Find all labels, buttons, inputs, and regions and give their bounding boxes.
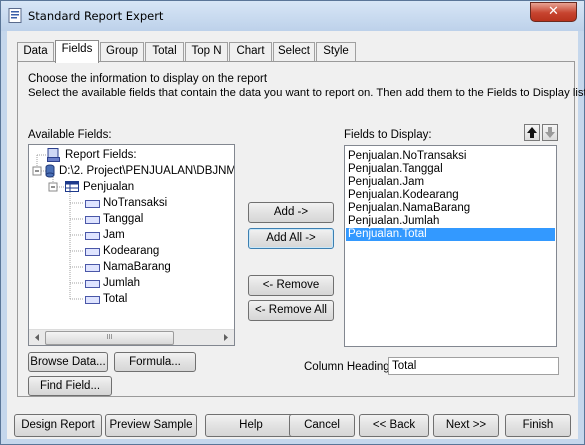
column-heading-input[interactable]: Total: [388, 357, 559, 375]
back-button[interactable]: << Back: [359, 414, 429, 437]
tab-style[interactable]: Style: [316, 42, 356, 61]
field-icon: [85, 280, 100, 288]
window-title: Standard Report Expert: [28, 9, 164, 23]
tab-select[interactable]: Select: [273, 42, 315, 61]
preview-sample-button[interactable]: Preview Sample: [105, 414, 197, 437]
scroll-right-icon[interactable]: [219, 330, 233, 345]
tab-data[interactable]: Data: [17, 42, 54, 61]
field-label: Kodearang: [103, 245, 160, 257]
list-item[interactable]: Penjualan.Jam: [348, 176, 554, 189]
table-label: Penjualan: [83, 181, 135, 193]
field-label: Jam: [103, 229, 125, 241]
field-icon: [85, 264, 100, 272]
column-heading-label: Column Heading:: [304, 361, 393, 373]
report-fields-icon: [47, 148, 60, 162]
field-icon: [85, 232, 100, 240]
field-label: Total: [103, 293, 128, 305]
field-label: NoTransaksi: [103, 197, 168, 209]
list-item[interactable]: Penjualan.Tanggal: [348, 163, 554, 176]
field-icon: [85, 216, 100, 224]
field-icon: [85, 296, 100, 304]
instruction-line-1: Choose the information to display on the…: [28, 73, 268, 85]
add-all-button[interactable]: Add All ->: [248, 228, 334, 249]
scroll-left-icon[interactable]: [30, 330, 44, 345]
available-fields-tree[interactable]: Report Fields: D:\2. Project\PENJUALAN\D…: [28, 144, 235, 346]
cancel-button[interactable]: Cancel: [289, 414, 355, 437]
dialog-body: Data Fields Group Total Top N Chart Sele…: [7, 31, 585, 439]
up-arrow-icon: [527, 127, 537, 138]
title-bar: Standard Report Expert ✕: [1, 1, 584, 31]
add-button[interactable]: Add ->: [248, 202, 334, 223]
tab-fields[interactable]: Fields: [55, 40, 99, 63]
finish-button[interactable]: Finish: [505, 414, 571, 437]
remove-all-button[interactable]: <- Remove All: [248, 300, 334, 321]
table-icon: [65, 181, 79, 192]
close-button[interactable]: ✕: [530, 2, 577, 22]
scroll-grip: III: [106, 333, 113, 341]
available-fields-label: Available Fields:: [28, 129, 112, 141]
move-up-button[interactable]: [524, 124, 540, 141]
tab-total[interactable]: Total: [145, 42, 184, 61]
fields-to-display-label: Fields to Display:: [344, 129, 432, 141]
tab-chart[interactable]: Chart: [229, 42, 272, 61]
field-label: Jumlah: [103, 277, 141, 289]
field-label: Tanggal: [103, 213, 144, 225]
tab-group[interactable]: Group: [100, 42, 144, 61]
list-item[interactable]: Penjualan.Kodearang: [348, 189, 554, 202]
down-arrow-icon: [545, 127, 555, 138]
design-report-button[interactable]: Design Report: [14, 414, 102, 437]
app-icon: [8, 8, 22, 23]
field-icon: [85, 248, 100, 256]
database-icon: [45, 164, 55, 178]
move-down-button[interactable]: [542, 124, 558, 141]
horizontal-scrollbar[interactable]: III: [29, 329, 234, 345]
formula-button[interactable]: Formula...: [114, 352, 196, 372]
fields-panel: Choose the information to display on the…: [17, 61, 585, 397]
tab-top-n[interactable]: Top N: [185, 42, 228, 61]
list-item[interactable]: Penjualan.Jumlah: [348, 215, 554, 228]
scroll-thumb[interactable]: III: [45, 331, 174, 345]
field-label: NamaBarang: [103, 261, 171, 273]
list-item-selected[interactable]: Penjualan.Total: [346, 228, 555, 241]
help-button[interactable]: Help: [205, 414, 297, 437]
list-item[interactable]: Penjualan.NoTransaksi: [348, 150, 554, 163]
browse-data-button[interactable]: Browse Data...: [28, 352, 108, 372]
fields-to-display-list[interactable]: Penjualan.NoTransaksi Penjualan.Tanggal …: [344, 145, 557, 347]
field-icon: [85, 200, 100, 208]
report-expert-window: Standard Report Expert ✕ Data Fields Gro…: [0, 0, 585, 445]
find-field-button[interactable]: Find Field...: [28, 376, 112, 396]
next-button[interactable]: Next >>: [433, 414, 499, 437]
report-fields-label: Report Fields:: [65, 149, 137, 161]
remove-button[interactable]: <- Remove: [248, 275, 334, 296]
list-item[interactable]: Penjualan.NamaBarang: [348, 202, 554, 215]
database-path-label: D:\2. Project\PENJUALAN\DBJNM: [59, 165, 235, 177]
instruction-line-2: Select the available fields that contain…: [28, 87, 585, 99]
